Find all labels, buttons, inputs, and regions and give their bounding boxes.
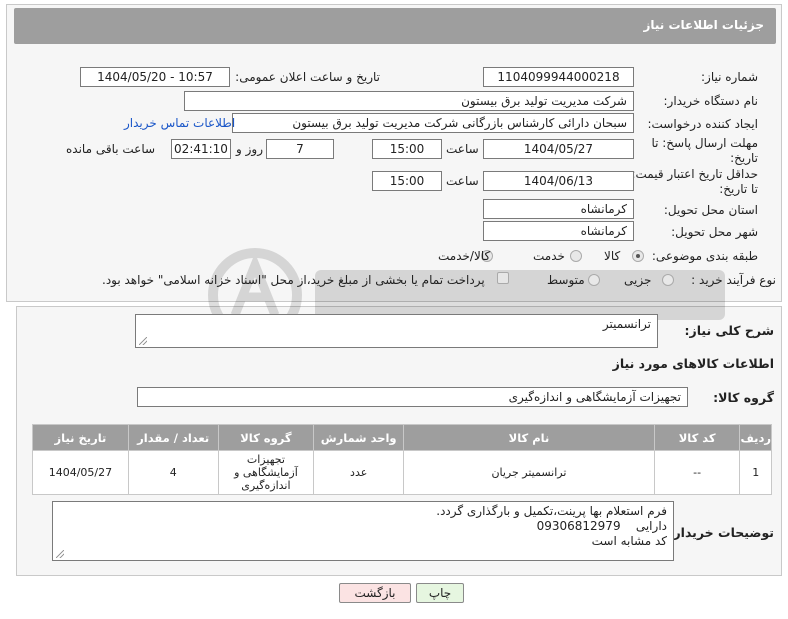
reply-deadline-date[interactable]: 1404/05/27	[483, 139, 634, 159]
buyer-notes-phone: 09306812979	[536, 519, 621, 533]
category-radio-service[interactable]	[570, 250, 582, 262]
reply-deadline-label-1: مهلت ارسال پاسخ: تا	[651, 136, 758, 150]
days-label: روز و	[236, 142, 263, 156]
col-code: کد کالا	[653, 424, 741, 451]
resize-grip-icon[interactable]	[139, 337, 147, 345]
remaining-label: ساعت باقی مانده	[66, 142, 156, 156]
col-row: ردیف	[739, 424, 772, 451]
need-number-field[interactable]: 1104099944000218	[483, 67, 634, 87]
buyer-notes-textarea[interactable]: فرم استعلام بها پرینت،تکمیل و بارگذاری گ…	[52, 501, 674, 561]
cell-name: ترانسمیتر جریان	[403, 450, 655, 495]
goods-info-title: اطلاعات کالاهای مورد نیاز	[612, 356, 774, 371]
items-table: ردیف کد کالا نام کالا واحد شمارش گروه کا…	[32, 424, 772, 495]
reply-deadline-label-2: تاریخ:	[730, 151, 758, 165]
col-unit: واحد شمارش	[313, 424, 405, 451]
remaining-time-field[interactable]: 02:41:10	[171, 139, 231, 159]
announce-datetime-label: تاریخ و ساعت اعلان عمومی:	[235, 70, 380, 84]
cell-date: 1404/05/27	[32, 450, 129, 495]
col-name: نام کالا	[403, 424, 655, 451]
buyer-notes-label: توضیحات خریدار:	[668, 525, 774, 540]
category-option-goods: کالا	[604, 249, 621, 263]
delivery-province-label: استان محل تحویل:	[663, 203, 758, 217]
price-validity-label-2: تا تاریخ:	[719, 182, 758, 196]
purchase-type-label: نوع فرآیند خرید :	[691, 273, 776, 287]
treasury-payment-checkbox[interactable]	[497, 272, 509, 284]
price-validity-date[interactable]: 1404/06/13	[483, 171, 634, 191]
table-row[interactable]: 1 -- ترانسمیتر جریان عدد تجهیزات آزمایشگ…	[32, 450, 772, 495]
summary-text: ترانسمیتر	[602, 317, 651, 331]
creator-field[interactable]: سبحان دارائی کارشناس بازرگانی شرکت مدیری…	[232, 113, 634, 133]
delivery-province-field[interactable]: کرمانشاه	[483, 199, 634, 219]
buyer-notes-line3: کد مشابه است	[591, 534, 667, 548]
col-qty: تعداد / مقدار	[127, 424, 219, 451]
category-option-service: خدمت	[533, 249, 565, 263]
goods-group-field[interactable]: تجهیزات آزمایشگاهی و اندازه‌گیری	[137, 387, 688, 407]
buyer-contact-link[interactable]: اطلاعات تماس خریدار	[124, 116, 235, 130]
buyer-notes-name: دارایی	[635, 519, 667, 533]
table-header-row: ردیف کد کالا نام کالا واحد شمارش گروه کا…	[32, 424, 772, 451]
reply-days-field[interactable]: 7	[266, 139, 334, 159]
category-radio-goods[interactable]	[632, 250, 644, 262]
payment-note: پرداخت تمام یا بخشی از مبلغ خرید،از محل …	[102, 273, 485, 287]
buyer-org-field[interactable]: شرکت مدیریت تولید برق بیستون	[184, 91, 634, 111]
goods-group-label: گروه کالا:	[713, 390, 774, 405]
cell-group-line2: آزمایشگاهی و	[234, 466, 298, 479]
print-button[interactable]: چاپ	[416, 583, 464, 603]
purchase-radio-medium[interactable]	[588, 274, 600, 286]
cell-group-line3: اندازه‌گیری	[241, 479, 291, 492]
resize-grip-icon[interactable]	[56, 550, 64, 558]
delivery-city-field[interactable]: کرمانشاه	[483, 221, 634, 241]
purchase-radio-minor[interactable]	[662, 274, 674, 286]
buyer-org-label: نام دستگاه خریدار:	[663, 94, 759, 108]
price-validity-time[interactable]: 15:00	[372, 171, 442, 191]
creator-label: ایجاد کننده درخواست:	[647, 117, 758, 131]
buyer-notes-line2: دارایی 09306812979	[59, 519, 667, 534]
cell-group: تجهیزات آزمایشگاهی و اندازه‌گیری	[217, 450, 315, 495]
cell-row: 1	[739, 450, 772, 495]
cell-qty: 4	[127, 450, 219, 495]
price-validity-label-1: حداقل تاریخ اعتبار قیمت:	[631, 167, 758, 181]
category-label: طبقه بندی موضوعی:	[651, 249, 758, 263]
col-date: تاریخ نیاز	[32, 424, 129, 451]
reply-deadline-time[interactable]: 15:00	[372, 139, 442, 159]
need-number-label: شماره نیاز:	[701, 70, 758, 84]
price-time-label: ساعت	[446, 174, 479, 188]
buyer-notes-line1: فرم استعلام بها پرینت،تکمیل و بارگذاری گ…	[436, 504, 667, 518]
purchase-option-medium: متوسط	[547, 273, 585, 287]
summary-label: شرح کلی نیاز:	[684, 323, 774, 338]
col-group: گروه کالا	[217, 424, 315, 451]
page-title: جزئیات اطلاعات نیاز	[643, 18, 764, 32]
cell-code: --	[653, 450, 741, 495]
reply-time-label: ساعت	[446, 142, 479, 156]
cell-group-line1: تجهیزات	[246, 453, 285, 466]
summary-textarea[interactable]: ترانسمیتر	[135, 314, 658, 348]
cell-unit: عدد	[313, 450, 405, 495]
back-button[interactable]: بازگشت	[339, 583, 411, 603]
category-option-both: کالا/خدمت	[438, 249, 491, 263]
delivery-city-label: شهر محل تحویل:	[671, 225, 758, 239]
header-bar: جزئیات اطلاعات نیاز	[14, 8, 776, 44]
announce-datetime-field[interactable]: 1404/05/20 - 10:57	[80, 67, 230, 87]
purchase-option-minor: جزیی	[624, 273, 652, 287]
